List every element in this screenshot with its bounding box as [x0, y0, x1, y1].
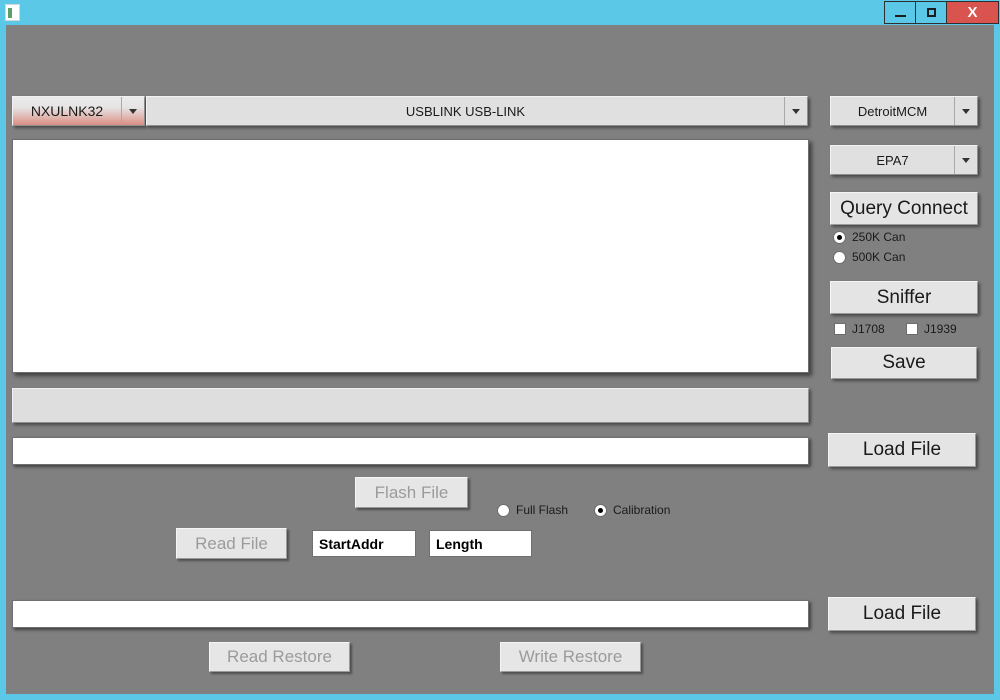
- checkbox-icon: [906, 323, 918, 335]
- progress-bar: [12, 388, 809, 423]
- length-input[interactable]: Length: [429, 530, 532, 557]
- window-controls: X: [884, 1, 999, 24]
- adapter-combo-value: NXULNK32: [30, 103, 104, 119]
- radio-500k-can-label: 500K Can: [852, 250, 906, 264]
- radio-full-flash-label: Full Flash: [516, 503, 569, 517]
- standard-combo-value: EPA7: [876, 152, 909, 168]
- application-window: X NXULNK32 USBLINK USB-LINK Flash File F…: [0, 0, 1000, 700]
- title-bar: X: [0, 0, 1000, 25]
- load-file-button[interactable]: Load File: [828, 433, 976, 467]
- maximize-icon: [926, 8, 936, 17]
- app-icon-glyph: [8, 8, 17, 18]
- start-addr-input[interactable]: StartAddr: [312, 530, 416, 557]
- radio-500k-can[interactable]: 500K Can: [833, 250, 905, 264]
- radio-calibration[interactable]: Calibration: [594, 503, 670, 517]
- checkbox-j1939-label: J1939: [924, 322, 957, 336]
- vehicle-combo-value: DetroitMCM: [857, 103, 928, 119]
- minimize-icon: [894, 14, 906, 17]
- checkbox-j1708[interactable]: J1708: [834, 322, 885, 336]
- device-combo[interactable]: USBLINK USB-LINK: [146, 96, 808, 126]
- adapter-combo[interactable]: NXULNK32: [12, 96, 145, 126]
- query-connect-label: Query Connect: [840, 197, 968, 219]
- radio-250k-can[interactable]: 250K Can: [833, 230, 905, 244]
- read-restore-button[interactable]: Read Restore: [209, 642, 350, 672]
- checkbox-j1939[interactable]: J1939: [906, 322, 957, 336]
- restore-path-input[interactable]: [12, 600, 809, 628]
- write-restore-button[interactable]: Write Restore: [500, 642, 641, 672]
- load-file-label: Load File: [862, 439, 942, 460]
- app-icon: [5, 4, 20, 21]
- device-combo-value: USBLINK USB-LINK: [405, 103, 526, 119]
- standard-combo[interactable]: EPA7: [830, 145, 978, 175]
- radio-calibration-label: Calibration: [613, 503, 671, 517]
- log-output-area[interactable]: [12, 139, 809, 373]
- read-restore-label: Read Restore: [227, 647, 332, 666]
- chevron-down-icon[interactable]: [121, 97, 144, 125]
- radio-dot-icon: [833, 230, 846, 244]
- sniffer-button[interactable]: Sniffer: [830, 281, 978, 314]
- minimize-button[interactable]: [884, 1, 915, 24]
- close-button[interactable]: X: [946, 1, 999, 24]
- radio-dot-icon: [497, 503, 510, 517]
- sniffer-label: Sniffer: [876, 286, 932, 308]
- radio-dot-icon: [594, 503, 607, 517]
- write-restore-label: Write Restore: [518, 647, 623, 666]
- checkbox-j1708-label: J1708: [852, 322, 885, 336]
- chevron-down-icon[interactable]: [784, 97, 807, 125]
- close-icon: X: [967, 4, 978, 21]
- query-connect-button[interactable]: Query Connect: [830, 192, 978, 225]
- vehicle-combo[interactable]: DetroitMCM: [830, 96, 978, 126]
- file-path-input[interactable]: [12, 437, 809, 465]
- maximize-button[interactable]: [915, 1, 946, 24]
- load-file-restore-label: Load File: [862, 603, 942, 624]
- chevron-down-icon[interactable]: [954, 97, 977, 125]
- flash-file-label: Flash File: [374, 482, 449, 502]
- window-client-area: NXULNK32 USBLINK USB-LINK Flash File Ful…: [6, 25, 994, 694]
- save-button[interactable]: Save: [831, 347, 977, 379]
- checkbox-icon: [834, 323, 846, 335]
- start-addr-value: StartAddr: [319, 535, 384, 552]
- flash-file-button[interactable]: Flash File: [355, 477, 468, 508]
- radio-250k-can-label: 250K Can: [852, 230, 906, 244]
- radio-dot-icon: [833, 250, 846, 264]
- chevron-down-icon[interactable]: [954, 146, 977, 174]
- read-file-button[interactable]: Read File: [176, 528, 287, 559]
- save-label: Save: [882, 352, 926, 373]
- read-file-label: Read File: [195, 533, 268, 553]
- radio-full-flash[interactable]: Full Flash: [497, 503, 568, 517]
- load-file-restore-button[interactable]: Load File: [828, 597, 976, 631]
- length-value: Length: [436, 535, 483, 552]
